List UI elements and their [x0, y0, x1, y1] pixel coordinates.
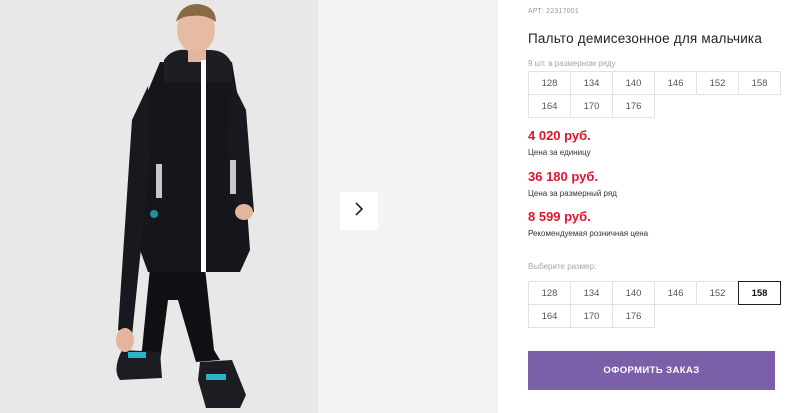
product-title: Пальто демисезонное для мальчика [528, 31, 763, 46]
pack-size-cell: 158 [738, 71, 781, 95]
size-option-selected[interactable]: 158 [738, 281, 781, 305]
pack-size-cell: 128 [528, 71, 571, 95]
choose-size-label: Выберите размер: [528, 262, 597, 271]
gallery-next-button[interactable] [340, 192, 378, 230]
pack-size-cell: 170 [570, 94, 613, 118]
row-price-label: Цена за размерный ряд [528, 189, 617, 198]
size-option[interactable]: 152 [696, 281, 739, 305]
pack-size-cell: 134 [570, 71, 613, 95]
retail-price-label: Рекомендуемая розничная цена [528, 229, 649, 238]
pack-size-cell: 176 [612, 94, 655, 118]
pack-note: 9 шт. в размерном ряду [528, 59, 616, 68]
unit-price: 4 020 руб. [528, 128, 591, 143]
size-option[interactable]: 146 [654, 281, 697, 305]
place-order-button[interactable]: ОФОРМИТЬ ЗАКАЗ [528, 351, 775, 390]
size-option[interactable]: 176 [612, 304, 655, 328]
size-option[interactable]: 128 [528, 281, 571, 305]
pack-size-grid: 128 134 140 146 152 158 164 170 176 [528, 71, 781, 118]
size-option[interactable]: 170 [570, 304, 613, 328]
size-option[interactable]: 164 [528, 304, 571, 328]
size-selector: 128 134 140 146 152 158 164 170 176 [528, 281, 781, 328]
row-price: 36 180 руб. [528, 169, 599, 184]
unit-price-label: Цена за единицу [528, 148, 591, 157]
retail-price: 8 599 руб. [528, 209, 591, 224]
product-photo [0, 0, 318, 413]
pack-size-cell: 146 [654, 71, 697, 95]
pack-size-cell: 140 [612, 71, 655, 95]
boy-in-black-coat-image [0, 0, 318, 413]
size-option[interactable]: 134 [570, 281, 613, 305]
size-option[interactable]: 140 [612, 281, 655, 305]
product-gallery [0, 0, 498, 413]
pack-size-cell: 164 [528, 94, 571, 118]
chevron-right-icon [353, 201, 365, 222]
pack-size-cell: 152 [696, 71, 739, 95]
article-number: АРТ: 22317001 [528, 8, 579, 15]
